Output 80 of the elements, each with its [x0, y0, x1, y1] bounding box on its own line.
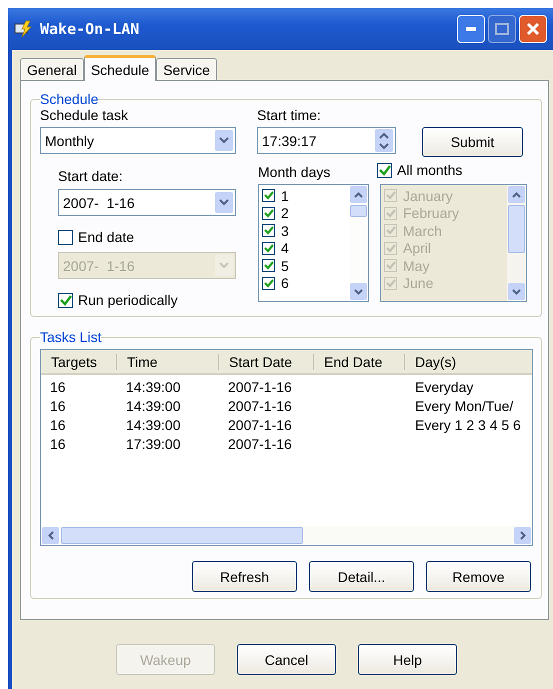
start-time-field[interactable]: 17:39:17 — [257, 127, 396, 154]
day-label: 3 — [281, 222, 289, 239]
field-label: Start date: — [58, 168, 124, 186]
dialog-button[interactable]: Cancel — [237, 644, 336, 675]
table-cell: 16 — [50, 436, 66, 452]
task-action-button[interactable]: Refresh — [192, 561, 297, 592]
day-label: 2 — [281, 205, 289, 222]
table-cell: Every 1 2 3 4 5 6 — [415, 416, 521, 432]
scroll-down-icon — [350, 283, 367, 300]
group-title: Tasks List — [40, 329, 102, 345]
run-periodically-checkbox[interactable] — [58, 292, 73, 308]
table-cell: 2007-1-16 — [228, 436, 292, 452]
dialog-button[interactable]: Help — [358, 644, 457, 675]
month-label: March — [403, 222, 442, 239]
column-header[interactable]: Start Date — [219, 354, 314, 370]
table-cell: Every Mon/Tue/ — [415, 398, 514, 414]
day-label: 1 — [281, 188, 289, 204]
checkbox-label: Run periodically — [78, 292, 178, 308]
scroll-left-icon — [42, 527, 59, 544]
minimize-button[interactable] — [457, 15, 485, 43]
field-label: Schedule task — [40, 107, 129, 125]
scroll-thumb[interactable] — [61, 527, 303, 544]
task-action-button[interactable]: Remove — [426, 561, 531, 592]
day-checkbox[interactable] — [262, 206, 275, 220]
column-header[interactable]: Time — [117, 354, 219, 370]
group-title: Schedule — [40, 91, 98, 107]
table-cell: 14:39:00 — [126, 398, 180, 414]
spinner-icon — [375, 129, 393, 152]
scroll-thumb[interactable] — [350, 205, 367, 217]
submit-button[interactable]: Submit — [422, 127, 523, 157]
start-date-dropdown[interactable]: 2007- 1-16 — [58, 189, 236, 216]
table-cell: 2007-1-16 — [228, 416, 292, 432]
minimize-icon — [466, 27, 476, 31]
table-cell: 17:39:00 — [126, 436, 180, 452]
field-label: Month days — [258, 164, 332, 182]
tab[interactable]: General — [20, 58, 84, 80]
vertical-scrollbar[interactable] — [349, 185, 368, 301]
table-cell: 16 — [50, 416, 66, 432]
horizontal-scrollbar[interactable] — [41, 526, 532, 545]
field-label: Start time: — [257, 107, 322, 125]
tab[interactable]: Service — [156, 58, 217, 80]
lightning-computer-icon — [14, 20, 34, 38]
schedule-task-dropdown[interactable]: Monthly — [40, 127, 236, 154]
table-cell: 14:39:00 — [126, 416, 180, 432]
column-header[interactable]: End Date — [314, 354, 405, 370]
scroll-right-icon — [514, 527, 531, 544]
maximize-icon — [495, 23, 509, 35]
table-cell: 16 — [50, 378, 66, 394]
table-cell: 2007-1-16 — [228, 378, 292, 394]
window-title: Wake-On-LAN — [40, 20, 140, 38]
day-checkbox[interactable] — [262, 189, 275, 202]
month-label: May — [403, 258, 430, 274]
close-icon — [526, 22, 540, 36]
month-label: January — [403, 188, 453, 204]
close-button[interactable] — [519, 15, 547, 43]
column-header[interactable]: Day(s) — [405, 354, 532, 370]
month-label: June — [403, 275, 434, 292]
table-cell: 14:39:00 — [126, 378, 180, 394]
checkbox-label: All months — [397, 162, 462, 178]
scroll-down-icon — [508, 283, 525, 300]
month-label: February — [403, 205, 460, 222]
tab[interactable]: Schedule — [84, 55, 156, 81]
day-checkbox[interactable] — [262, 276, 275, 290]
table-cell: Everyday — [415, 378, 474, 394]
scroll-up-icon — [350, 186, 367, 203]
day-checkbox[interactable] — [262, 242, 275, 255]
month-label: April — [403, 240, 432, 256]
table-cell: 2007-1-16 — [228, 398, 292, 414]
day-checkbox[interactable] — [262, 224, 275, 238]
checkbox-label: End date — [78, 229, 134, 245]
day-label: 5 — [281, 258, 289, 274]
day-checkbox[interactable] — [262, 259, 275, 272]
column-header[interactable]: Targets — [41, 354, 117, 370]
all-months-checkbox[interactable] — [377, 162, 392, 178]
scroll-up-icon — [508, 186, 525, 203]
maximize-button[interactable] — [488, 15, 516, 43]
task-action-button[interactable]: Detail... — [309, 561, 414, 592]
day-label: 4 — [281, 240, 289, 256]
day-label: 6 — [281, 275, 289, 292]
table-cell: 16 — [50, 398, 66, 414]
